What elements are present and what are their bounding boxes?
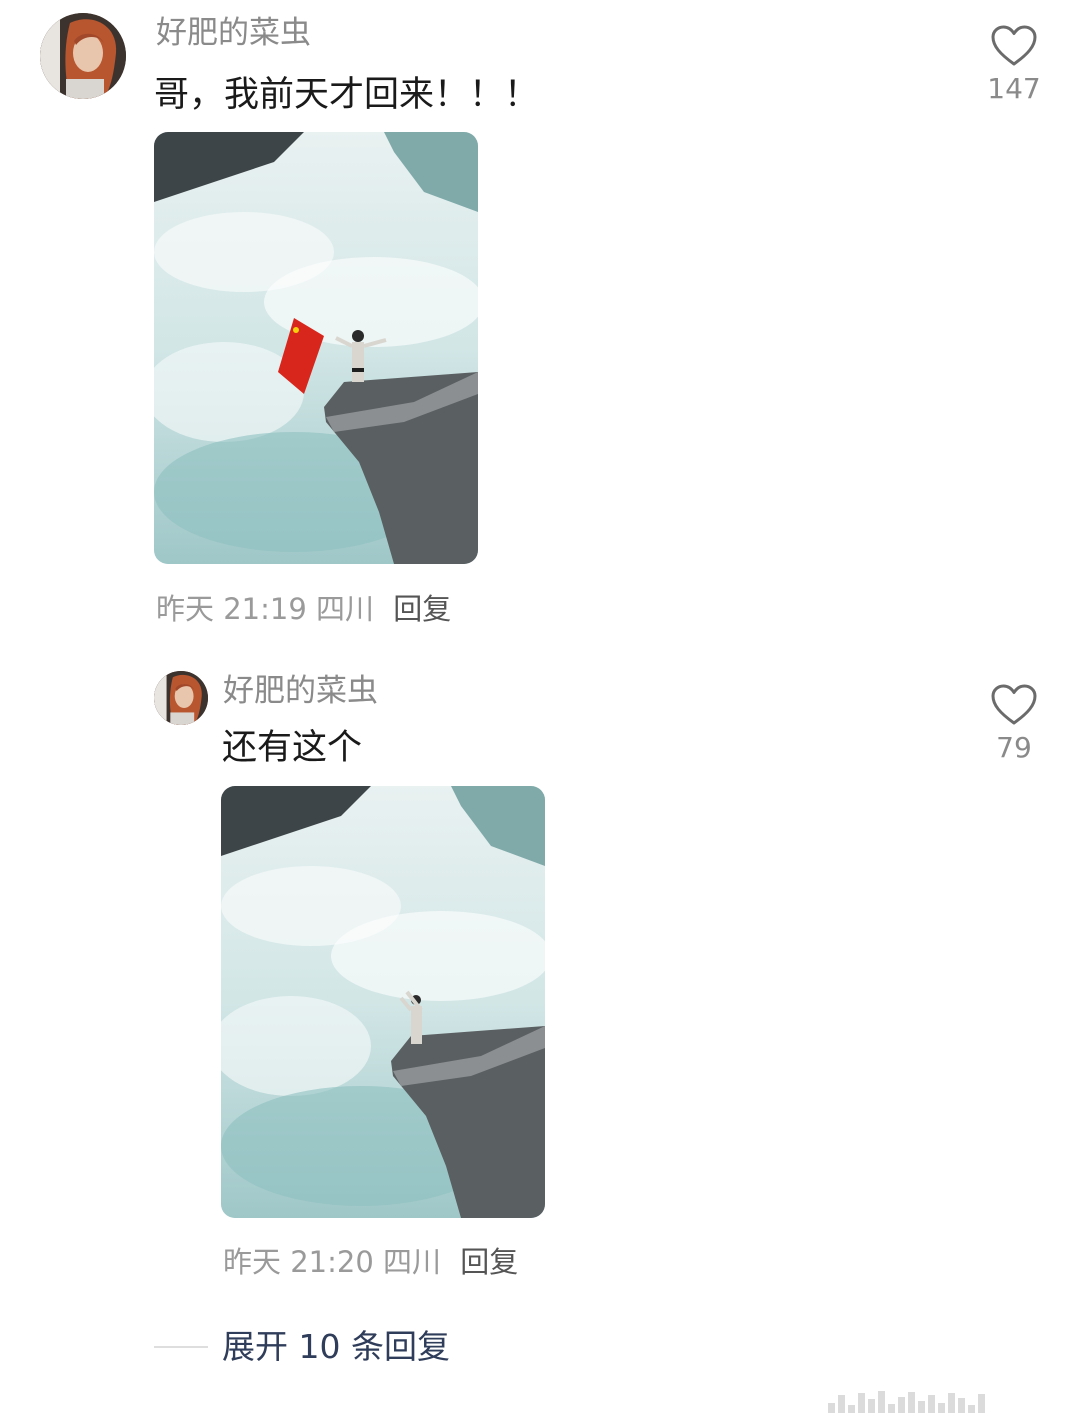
heart-outline-icon (991, 25, 1037, 66)
avatar[interactable] (154, 671, 208, 725)
comment-location: 四川 (383, 1245, 442, 1279)
like-count: 79 (996, 731, 1032, 764)
expand-replies-label: 展开 10 条回复 (222, 1327, 450, 1366)
heart-outline-icon (991, 684, 1037, 725)
comment-photo[interactable] (221, 786, 545, 1218)
comment-author[interactable]: 好肥的菜虫 (156, 13, 311, 53)
comment-location: 四川 (316, 592, 375, 626)
comment-time: 昨天 21:20 (223, 1245, 374, 1279)
comment-author[interactable]: 好肥的菜虫 (223, 671, 378, 711)
like-count: 147 (987, 72, 1041, 105)
comment-time: 昨天 21:19 (156, 592, 307, 626)
like-button[interactable]: 79 (969, 683, 1059, 765)
avatar-image (154, 671, 208, 725)
cliff-photo (221, 786, 545, 1218)
watermark (828, 1389, 1058, 1413)
comment-meta: 昨天 21:20 四川 回复 (223, 1244, 518, 1280)
comment-meta: 昨天 21:19 四川 回复 (156, 591, 451, 627)
comment-text: 哥，我前天才回来！！！ (154, 75, 540, 115)
expand-replies-button[interactable]: 展开 10 条回复 (154, 1324, 450, 1370)
avatar-image (40, 13, 126, 99)
comment-text: 还有这个 (222, 728, 363, 768)
avatar[interactable] (40, 13, 126, 99)
reply-button[interactable]: 回复 (460, 1245, 518, 1279)
reply-button[interactable]: 回复 (393, 592, 451, 626)
flag-cliff-photo (154, 132, 478, 564)
like-button[interactable]: 147 (969, 24, 1059, 106)
divider (154, 1346, 208, 1348)
comment-photo[interactable] (154, 132, 478, 564)
